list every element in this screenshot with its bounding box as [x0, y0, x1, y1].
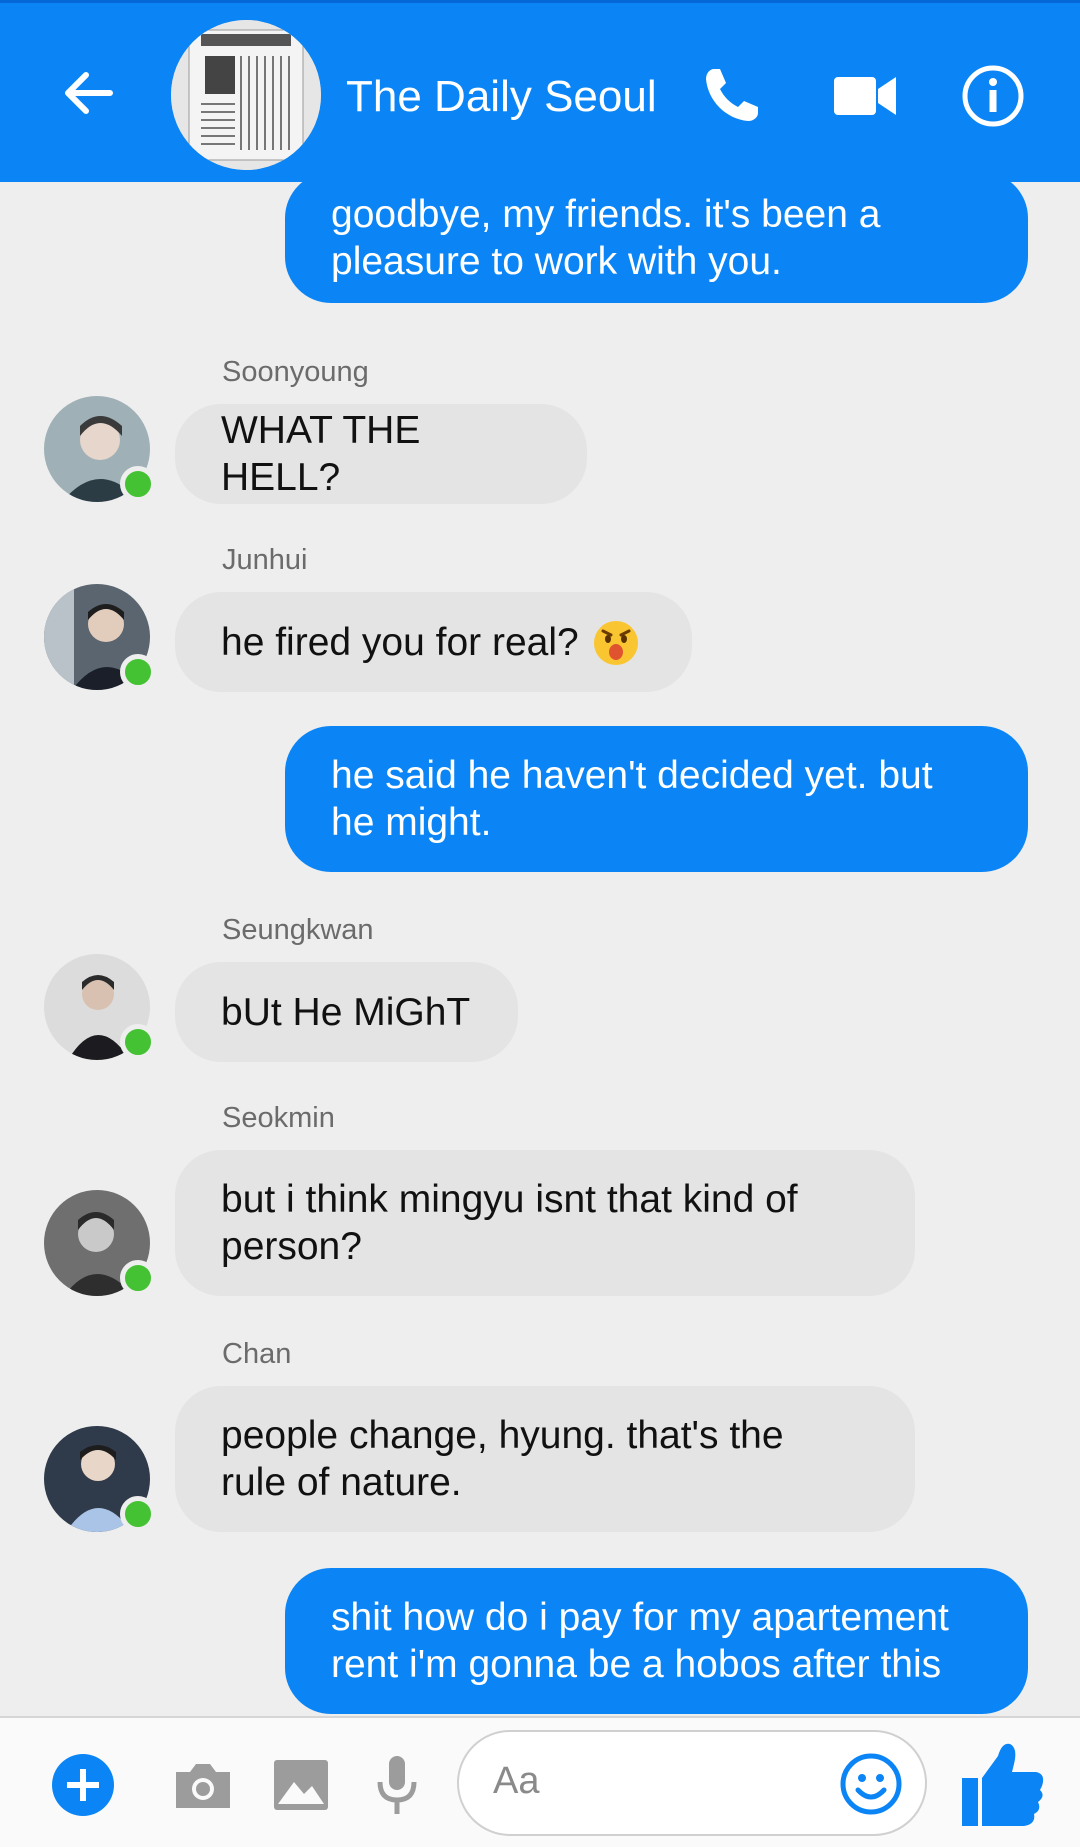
avatar[interactable]	[44, 584, 156, 690]
sender-name: Junhui	[222, 544, 308, 576]
message-composer: Aa	[0, 1716, 1080, 1847]
phone-icon[interactable]	[698, 63, 764, 129]
microphone-icon[interactable]	[364, 1752, 430, 1818]
conversation-title[interactable]: The Daily Seoul	[346, 67, 657, 127]
newspaper-image	[171, 20, 321, 170]
incoming-message[interactable]: he fired you for real?	[175, 592, 692, 692]
online-indicator	[120, 1260, 156, 1296]
sender-name: Seokmin	[222, 1102, 335, 1134]
message-text: he fired you for real?	[221, 620, 579, 664]
message-text: shit how do i pay for my apartement	[331, 1596, 949, 1639]
outgoing-message[interactable]: shit how do i pay for my apartement rent…	[285, 1568, 1028, 1714]
incoming-message[interactable]: people change, hyung. that's the rule of…	[175, 1386, 915, 1532]
message-text: but i think mingyu isnt that kind of	[221, 1178, 798, 1221]
avatar[interactable]	[44, 1426, 156, 1532]
message-text: WHAT THE HELL?	[221, 409, 432, 499]
message-text: person?	[221, 1225, 362, 1268]
incoming-message[interactable]: but i think mingyu isnt that kind of per…	[175, 1150, 915, 1296]
message-input[interactable]: Aa	[457, 1730, 927, 1836]
image-icon[interactable]	[268, 1752, 334, 1818]
message-list[interactable]: goodbye, my friends. it's been a pleasur…	[0, 182, 1080, 1716]
outgoing-message[interactable]: he said he haven't decided yet. but he m…	[285, 726, 1028, 872]
avatar[interactable]	[44, 954, 156, 1060]
incoming-message[interactable]: WHAT THE HELL?	[175, 404, 587, 504]
video-camera-icon[interactable]	[832, 63, 898, 129]
arrow-back-icon[interactable]	[58, 63, 118, 123]
avatar[interactable]	[44, 1190, 156, 1296]
emoji-icon[interactable]	[839, 1752, 903, 1816]
message-text: rent i'm gonna be a hobos after this	[331, 1643, 942, 1686]
online-indicator	[120, 654, 156, 690]
avatar[interactable]	[44, 396, 156, 502]
incoming-message[interactable]: bUt He MiGhT	[175, 962, 518, 1062]
message-text: he might.	[331, 801, 492, 844]
plus-icon[interactable]	[50, 1752, 116, 1818]
input-placeholder: Aa	[493, 1760, 540, 1802]
message-text: pleasure to work with you.	[331, 239, 782, 283]
sender-name: Soonyoung	[222, 356, 369, 388]
outgoing-message[interactable]: goodbye, my friends. it's been a pleasur…	[285, 182, 1028, 303]
online-indicator	[120, 466, 156, 502]
chat-header: The Daily Seoul	[0, 0, 1080, 182]
message-text: rule of nature.	[221, 1461, 462, 1504]
message-text: bUt He MiGhT	[221, 990, 471, 1034]
info-icon[interactable]	[960, 63, 1026, 129]
sender-name: Seungkwan	[222, 914, 374, 946]
message-text: he said he haven't decided yet. but	[331, 754, 933, 797]
thumbs-up-icon[interactable]	[960, 1738, 1046, 1828]
astonished-face-emoji	[593, 621, 638, 665]
sender-name: Chan	[222, 1338, 292, 1370]
online-indicator	[120, 1024, 156, 1060]
online-indicator	[120, 1496, 156, 1532]
group-avatar[interactable]	[171, 20, 321, 170]
camera-icon[interactable]	[170, 1752, 236, 1818]
message-text: people change, hyung. that's the	[221, 1414, 784, 1457]
message-text: goodbye, my friends. it's been a	[331, 192, 881, 236]
